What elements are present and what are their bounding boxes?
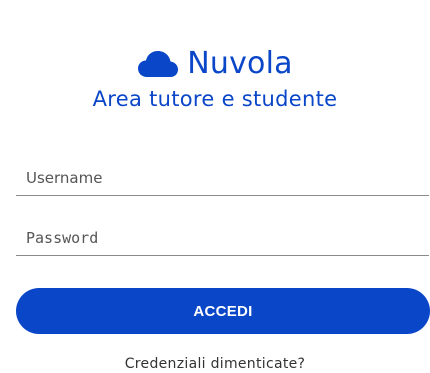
login-page: Nuvola Area tutore e studente ACCEDI Cre… bbox=[0, 0, 430, 373]
brand-name: Nuvola bbox=[187, 46, 293, 81]
password-field[interactable] bbox=[16, 220, 429, 256]
forgot-credentials-link[interactable]: Credenziali dimenticate? bbox=[0, 356, 430, 372]
page-subtitle: Area tutore e studente bbox=[92, 87, 338, 111]
cloud-icon bbox=[138, 51, 179, 77]
username-field[interactable] bbox=[16, 160, 429, 196]
brand-header: Nuvola bbox=[0, 44, 430, 84]
login-button[interactable]: ACCEDI bbox=[16, 288, 430, 334]
